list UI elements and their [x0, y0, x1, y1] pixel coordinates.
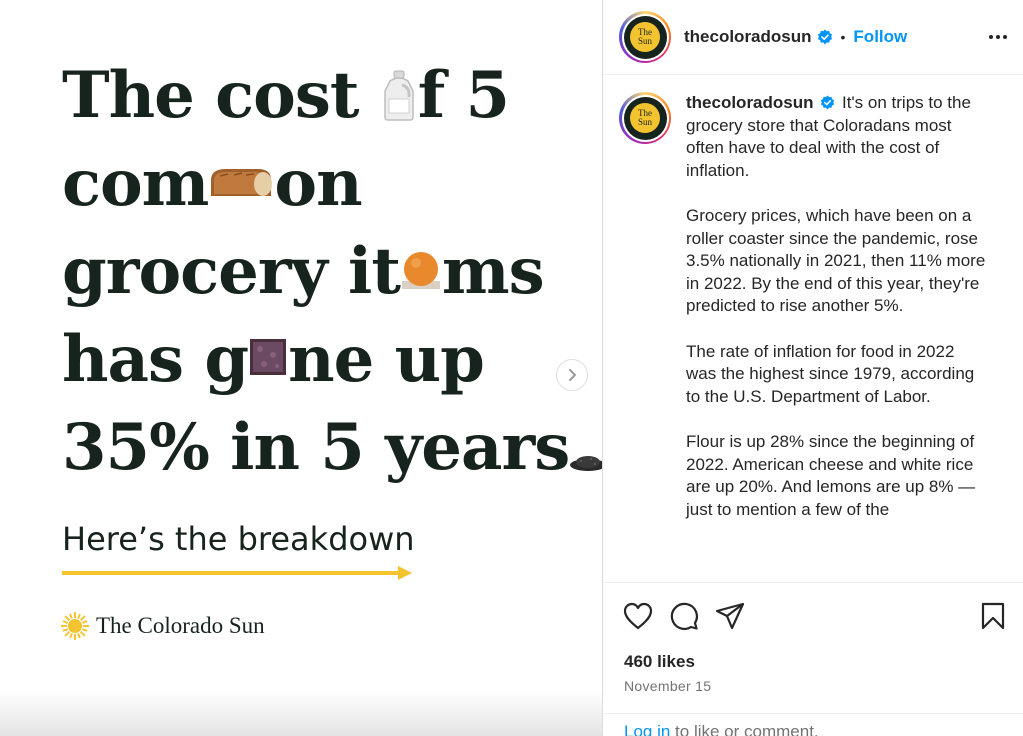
post-sidebar: The Sun thecoloradosun • Follow The Sun — [602, 0, 1023, 736]
headline-line-3: grocery it ms — [62, 228, 602, 316]
verified-badge-icon — [817, 29, 832, 45]
likes-count[interactable]: 460 likes — [624, 652, 695, 672]
coffee-grounds-icon — [570, 455, 602, 471]
yellow-arrow-line — [62, 571, 402, 575]
heart-icon — [623, 602, 653, 629]
headline-text: on — [274, 146, 362, 221]
milk-jug-icon — [383, 70, 414, 121]
ground-beef-icon — [250, 338, 287, 375]
caption-text: thecoloradosun It's on trips to the groc… — [686, 92, 986, 544]
breakdown-text: Here’s the breakdown — [62, 520, 415, 558]
like-button[interactable] — [623, 602, 653, 630]
caption-paragraph-3: The rate of inflation for food in 2022 w… — [686, 341, 975, 406]
avatar-border: The Sun — [621, 94, 669, 142]
brand-name: The Colorado Sun — [96, 613, 265, 638]
orange-icon — [401, 251, 440, 289]
headline-text: The cost — [62, 58, 380, 133]
share-button[interactable] — [715, 602, 745, 630]
avatar: The Sun — [623, 96, 667, 140]
header-avatar[interactable]: The Sun — [619, 11, 671, 63]
sun-logo-icon — [61, 612, 89, 640]
action-bar — [603, 582, 1023, 648]
caption-paragraph-2: Grocery prices, which have been on a rol… — [686, 205, 986, 316]
headline-text: has g — [62, 322, 249, 397]
headline-text: f 5 — [417, 58, 510, 133]
comment-icon — [670, 602, 698, 630]
post-date[interactable]: November 15 — [624, 678, 711, 694]
post-headline: The cost f 5 com on grocery it ms has g … — [62, 52, 602, 492]
bottom-shadow — [0, 690, 602, 736]
headline-text: grocery it — [62, 234, 401, 309]
headline-line-5: 35% in 5 years — [62, 404, 602, 492]
separator-dot: • — [840, 29, 846, 45]
bookmark-icon — [981, 602, 1005, 629]
headline-text: ms — [441, 234, 545, 309]
follow-button[interactable]: Follow — [853, 27, 907, 47]
caption-avatar[interactable]: The Sun — [619, 92, 671, 144]
yellow-arrow-head — [398, 566, 412, 580]
avatar-border: The Sun — [621, 13, 669, 61]
save-button[interactable] — [981, 602, 1005, 630]
headline-text: ne up — [288, 322, 485, 397]
brand-logo: The Colorado Sun — [60, 611, 265, 641]
headline-text: com — [62, 146, 209, 221]
caption-row: The Sun thecoloradosun It's on trips to … — [619, 92, 1007, 544]
avatar: The Sun — [623, 15, 667, 59]
bread-loaf-icon — [211, 168, 273, 196]
post-header: The Sun thecoloradosun • Follow — [603, 0, 1023, 75]
headline-text: 35% in 5 years — [62, 410, 570, 485]
avatar-text: The Sun — [637, 27, 652, 46]
avatar-text: The Sun — [637, 108, 652, 127]
comment-button[interactable] — [669, 601, 699, 631]
caption-username[interactable]: thecoloradosun — [686, 93, 814, 112]
header-username[interactable]: thecoloradosun — [684, 27, 812, 47]
login-prompt: Log in to like or comment. — [603, 713, 1023, 736]
verified-badge-icon — [821, 95, 835, 110]
caption-scroll-area[interactable]: The Sun thecoloradosun It's on trips to … — [603, 76, 1023, 582]
login-prompt-text: to like or comment. — [670, 722, 819, 736]
more-options-icon[interactable] — [989, 35, 1007, 39]
carousel-next-button[interactable] — [556, 359, 588, 391]
caption-paragraph-4: Flour is up 28% since the beginning of 2… — [686, 431, 976, 519]
headline-line-4: has g ne up — [62, 316, 602, 404]
post-image: The cost f 5 com on grocery it ms has g … — [0, 0, 602, 736]
chevron-right-icon — [569, 369, 576, 381]
send-icon — [715, 602, 745, 629]
login-link[interactable]: Log in — [624, 722, 670, 736]
headline-line-1: The cost f 5 — [62, 52, 602, 140]
headline-line-2: com on — [62, 140, 602, 228]
